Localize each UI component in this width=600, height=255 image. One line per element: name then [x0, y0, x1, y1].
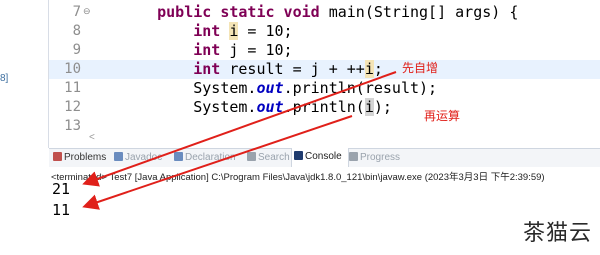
code-token: public static void	[157, 3, 320, 21]
tab-problems[interactable]: Problems	[51, 149, 111, 167]
code-token: System.	[121, 79, 257, 97]
code-token: out	[256, 98, 284, 116]
code-token: j = 10;	[220, 41, 293, 59]
code-token: out	[256, 79, 284, 97]
code-token: i	[364, 60, 374, 78]
tab-label: Console	[305, 151, 342, 162]
tab-label: Declaration	[185, 152, 236, 163]
code-token: .println(	[283, 98, 365, 116]
line-number: 13	[64, 118, 81, 134]
code-line[interactable]: 12 System.out.println(i);	[49, 98, 600, 117]
code-text: System.out.println(result);	[121, 79, 437, 98]
code-token: result = j + ++	[220, 60, 365, 78]
code-token: );	[373, 98, 392, 116]
fold-collapse-icon[interactable]: ⊖	[83, 6, 91, 17]
code-token: int	[193, 60, 221, 78]
code-line[interactable]: 7 ⊖ public static void main(String[] args…	[49, 3, 600, 22]
progress-icon	[349, 152, 358, 161]
code-token: i	[364, 98, 374, 116]
tab-declaration[interactable]: Declaration	[172, 149, 244, 167]
code-token: main(String[] args) {	[319, 3, 519, 21]
tab-progress[interactable]: Progress	[347, 149, 409, 167]
tab-search[interactable]: Search	[245, 149, 291, 167]
console-output-line: 21	[52, 180, 71, 198]
tab-label: Search	[258, 152, 290, 163]
code-token: = 10;	[238, 22, 293, 40]
code-editor[interactable]: < 7 ⊖ public static void main(String[] ar…	[49, 0, 600, 148]
annotation-then-compute: 再运算	[424, 109, 461, 123]
watermark: 茶猫云	[522, 221, 592, 246]
tab-console[interactable]: Console	[291, 148, 349, 167]
javadoc-icon	[114, 152, 123, 161]
code-line[interactable]: 8 int i = 10;	[49, 22, 600, 41]
code-text: public static void main(String[] args) {	[121, 3, 518, 22]
declaration-icon	[174, 152, 183, 161]
line-number: 9	[72, 42, 81, 58]
code-token: int	[193, 22, 221, 40]
annotation-pre-increment: 先自增	[402, 61, 439, 75]
code-token: ;	[373, 60, 383, 78]
code-text: int result = j + ++i;	[121, 60, 383, 79]
search-icon	[247, 152, 256, 161]
left-panel-fragment: 8]	[0, 73, 9, 84]
code-token: int	[193, 41, 221, 59]
console-output-line: 11	[52, 201, 71, 219]
code-line[interactable]: 10 int result = j + ++i;	[49, 60, 600, 79]
code-line[interactable]: 13	[49, 117, 600, 136]
code-line[interactable]: 9 int j = 10;	[49, 41, 600, 60]
code-text: int i = 10;	[121, 22, 293, 41]
line-number: 10	[64, 61, 81, 77]
line-number: 7	[72, 4, 81, 20]
console-icon	[294, 151, 303, 160]
code-text: System.out.println(i);	[121, 98, 392, 117]
bottom-view-tabs: Problems Javadoc Declaration Search Console P…	[49, 148, 600, 168]
code-text: int j = 10;	[121, 41, 293, 60]
problems-icon	[53, 152, 62, 161]
console-terminated-line: <terminated> Test7 [Java Application] C:…	[51, 172, 545, 183]
line-number: 8	[72, 23, 81, 39]
line-number: 12	[64, 99, 81, 115]
tab-label: Javadoc	[125, 152, 163, 163]
left-panel-edge: 8]	[0, 0, 49, 148]
code-token: System.	[121, 98, 257, 116]
tab-label: Progress	[360, 152, 401, 163]
tab-label: Problems	[64, 152, 107, 163]
tab-javadoc[interactable]: Javadoc	[112, 149, 171, 167]
code-line[interactable]: 11 System.out.println(result);	[49, 79, 600, 98]
code-token: .println(result);	[283, 79, 438, 97]
line-number: 11	[64, 80, 81, 96]
console-view[interactable]: <terminated> Test7 [Java Application] C:…	[49, 167, 600, 255]
